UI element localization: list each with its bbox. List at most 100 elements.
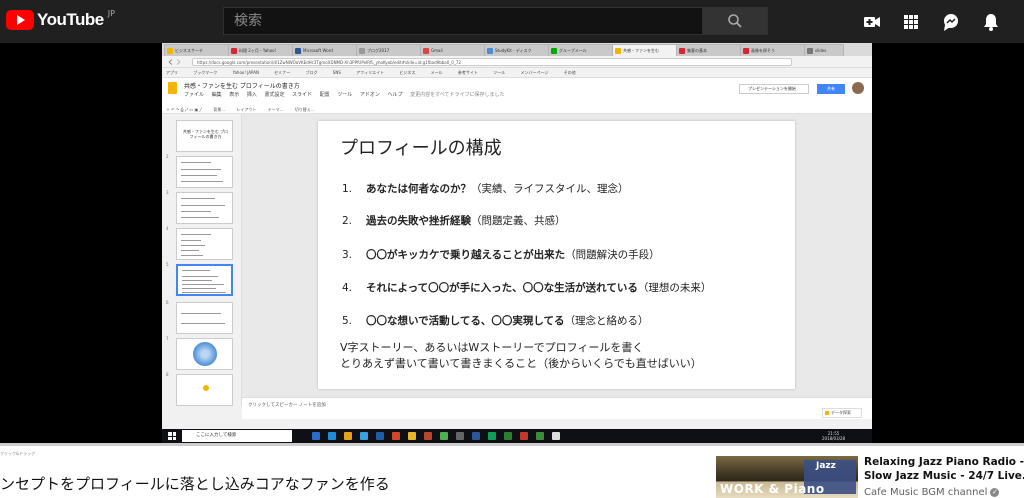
bookmark-item[interactable]: セミナー — [274, 70, 290, 75]
thumb-line — [181, 245, 205, 246]
menu-tools[interactable]: ツール — [337, 92, 352, 98]
taskbar-app-icon[interactable] — [520, 432, 528, 440]
slide-thumbnail[interactable] — [176, 302, 233, 334]
taskbar-app-icon[interactable] — [360, 432, 368, 440]
taskbar-app-icon[interactable] — [328, 432, 336, 440]
slide-thumbnail[interactable] — [176, 374, 233, 406]
slide-thumbnail[interactable] — [176, 192, 233, 224]
document-title[interactable]: 共感・ファンを生む プロフィールの書き方 — [184, 81, 300, 90]
bookmark-item[interactable]: ブックマーク — [193, 70, 217, 75]
menu-file[interactable]: ファイル — [184, 92, 204, 98]
youtube-logo[interactable]: YouTube JP — [6, 9, 115, 30]
bookmark-item[interactable]: ツール — [493, 70, 505, 75]
browser-tab[interactable]: slides — [804, 44, 844, 56]
bookmark-item[interactable]: Yahoo! JAPAN — [233, 70, 259, 75]
slides-logo-icon[interactable] — [168, 82, 177, 94]
bookmark-item[interactable]: 参考サイト — [458, 70, 478, 75]
toolbar-glyphs[interactable]: ＋ ↶ ↷ ⎙ ⤢ ▭ ▣ ╱ — [166, 107, 202, 112]
browser-tab[interactable]: ブログ2017 — [356, 44, 422, 56]
slide-thumbnail[interactable]: 共感・ファンを生む プロフィールの書き方 — [176, 120, 233, 152]
search-input[interactable] — [224, 8, 702, 34]
slide-list-item[interactable]: 5. 〇〇な想いで活動してる、〇〇実現してる（理念と絡める） — [342, 313, 649, 328]
share-button[interactable]: 共有 — [817, 84, 845, 94]
toolbar-transition[interactable]: 切り替え... — [295, 107, 315, 112]
browser-tab[interactable]: 集客の基本 — [676, 44, 742, 56]
bookmark-item[interactable]: ビジネス — [399, 70, 415, 75]
slide-thumbnail-selected[interactable] — [176, 264, 233, 296]
recommended-video-thumbnail[interactable]: Jazz WORK & Piano — [716, 456, 858, 498]
bookmark-item[interactable]: ブログ — [306, 70, 318, 75]
url-field[interactable]: https://docs.google.com/presentation/d/1… — [192, 58, 792, 66]
browser-tab[interactable]: Microsoft Word — [292, 44, 358, 56]
taskbar-clock[interactable]: 21:55 2018/03/28 — [822, 431, 845, 441]
browser-tab[interactable]: Gmail — [420, 44, 486, 56]
present-button[interactable]: プレゼンテーションを開始 — [739, 84, 809, 94]
create-video-icon[interactable] — [862, 12, 882, 32]
messages-icon[interactable] — [941, 12, 961, 32]
taskbar-app-icon[interactable] — [408, 432, 416, 440]
taskbar-app-icon[interactable] — [392, 432, 400, 440]
thumb-line — [181, 205, 225, 206]
taskbar-app-icon[interactable] — [552, 432, 560, 440]
bookmark-item[interactable]: SNS — [333, 70, 341, 75]
slide-thumbnail[interactable] — [176, 228, 233, 260]
browser-tab[interactable]: ビジネスサーチ — [164, 44, 230, 56]
taskbar-app-icon[interactable] — [376, 432, 384, 440]
browser-tab[interactable]: 料理 2ヶ月・Yahoo! — [228, 44, 294, 56]
slide-thumbnail[interactable] — [176, 338, 233, 370]
slide-list-item[interactable]: 4. それによって〇〇が手に入った、〇〇な生活が送れている（理想の未来） — [342, 280, 711, 295]
slide-list-item[interactable]: 1. あなたは何者なのか？（実績、ライフスタイル、理念） — [342, 181, 629, 196]
taskbar-app-icon[interactable] — [344, 432, 352, 440]
menu-insert[interactable]: 挿入 — [247, 92, 257, 98]
taskbar-app-icon[interactable] — [504, 432, 512, 440]
menu-help[interactable]: ヘルプ — [387, 92, 402, 98]
taskbar-app-icon[interactable] — [440, 432, 448, 440]
taskbar-app-icon[interactable] — [312, 432, 320, 440]
windows-start-icon[interactable] — [168, 432, 176, 440]
explore-button[interactable]: データ探索 — [822, 408, 862, 418]
slide-editor[interactable]: プロフィールの構成 1. あなたは何者なのか？（実績、ライフスタイル、理念） 2.… — [318, 121, 795, 389]
bookmark-item[interactable]: メンバーページ — [520, 70, 548, 75]
browser-tab[interactable]: StudyKit - ディスク — [484, 44, 550, 56]
browser-tab-active[interactable]: 共感・ファンを生む — [612, 44, 678, 56]
taskbar-app-icon[interactable] — [472, 432, 480, 440]
slide-footer-line[interactable]: V字ストーリー、あるいはWストーリーでプロフィールを書く — [340, 339, 643, 355]
menu-format[interactable]: 書式設定 — [264, 92, 284, 98]
nav-arrows-icon[interactable] — [166, 59, 186, 65]
menu-view[interactable]: 表示 — [229, 92, 239, 98]
browser-tab[interactable]: グループメール — [548, 44, 614, 56]
progress-bar[interactable] — [0, 443, 1024, 446]
notifications-bell-icon[interactable] — [981, 12, 1001, 32]
menu-arrange[interactable]: 配置 — [320, 92, 330, 98]
bookmark-item[interactable]: アフィリエイト — [356, 70, 384, 75]
menu-edit[interactable]: 編集 — [212, 92, 222, 98]
taskbar-app-icon[interactable] — [536, 432, 544, 440]
taskbar-app-icon[interactable] — [424, 432, 432, 440]
menu-slide[interactable]: スライド — [292, 92, 312, 98]
bookmark-item[interactable]: その他 — [564, 70, 576, 75]
recommended-video-title[interactable]: Relaxing Jazz Piano Radio - Slow Jazz Mu… — [864, 455, 1024, 483]
taskbar-app-icon[interactable] — [456, 432, 464, 440]
slide-footer-line[interactable]: とりあえず書いて書いて書きまくること（後からいくらでも直せばいい） — [340, 355, 702, 371]
toolbar-theme[interactable]: テーマ... — [268, 107, 284, 112]
slide-thumbnail[interactable] — [176, 156, 233, 188]
menu-addons[interactable]: アドオン — [360, 92, 380, 98]
bookmark-item[interactable]: アプリ — [166, 70, 178, 75]
recommended-channel[interactable]: Cafe Music BGM channel ✓ — [864, 487, 1000, 498]
apps-grid-icon[interactable] — [901, 12, 921, 32]
browser-tab[interactable]: 画像を探そう — [740, 44, 806, 56]
toolbar-background[interactable]: 背景... — [213, 107, 225, 112]
toolbar-layout[interactable]: レイアウト — [236, 107, 256, 112]
video-player[interactable]: ビジネスサーチ 料理 2ヶ月・Yahoo! Microsoft Word ブログ… — [0, 43, 1024, 443]
slide-list-item[interactable]: 2. 過去の失敗や挫折経験（問題定義、共感） — [342, 213, 566, 228]
slide-title[interactable]: プロフィールの構成 — [340, 134, 502, 160]
taskbar-search[interactable]: ここに入力して検索 — [182, 430, 292, 442]
avatar[interactable] — [852, 82, 864, 94]
search-button[interactable] — [702, 7, 768, 35]
slide-list-item[interactable]: 3. 〇〇がキッカケで乗り越えることが出来た（問題解決の手段） — [342, 247, 660, 262]
item-text: （問題解決の手段） — [565, 249, 660, 261]
bookmark-item[interactable]: メール — [431, 70, 443, 75]
taskbar-app-icon[interactable] — [488, 432, 496, 440]
thumb-line — [181, 255, 203, 256]
speaker-notes[interactable]: クリックしてスピーカー ノートを追加 データ探索 — [242, 397, 872, 419]
